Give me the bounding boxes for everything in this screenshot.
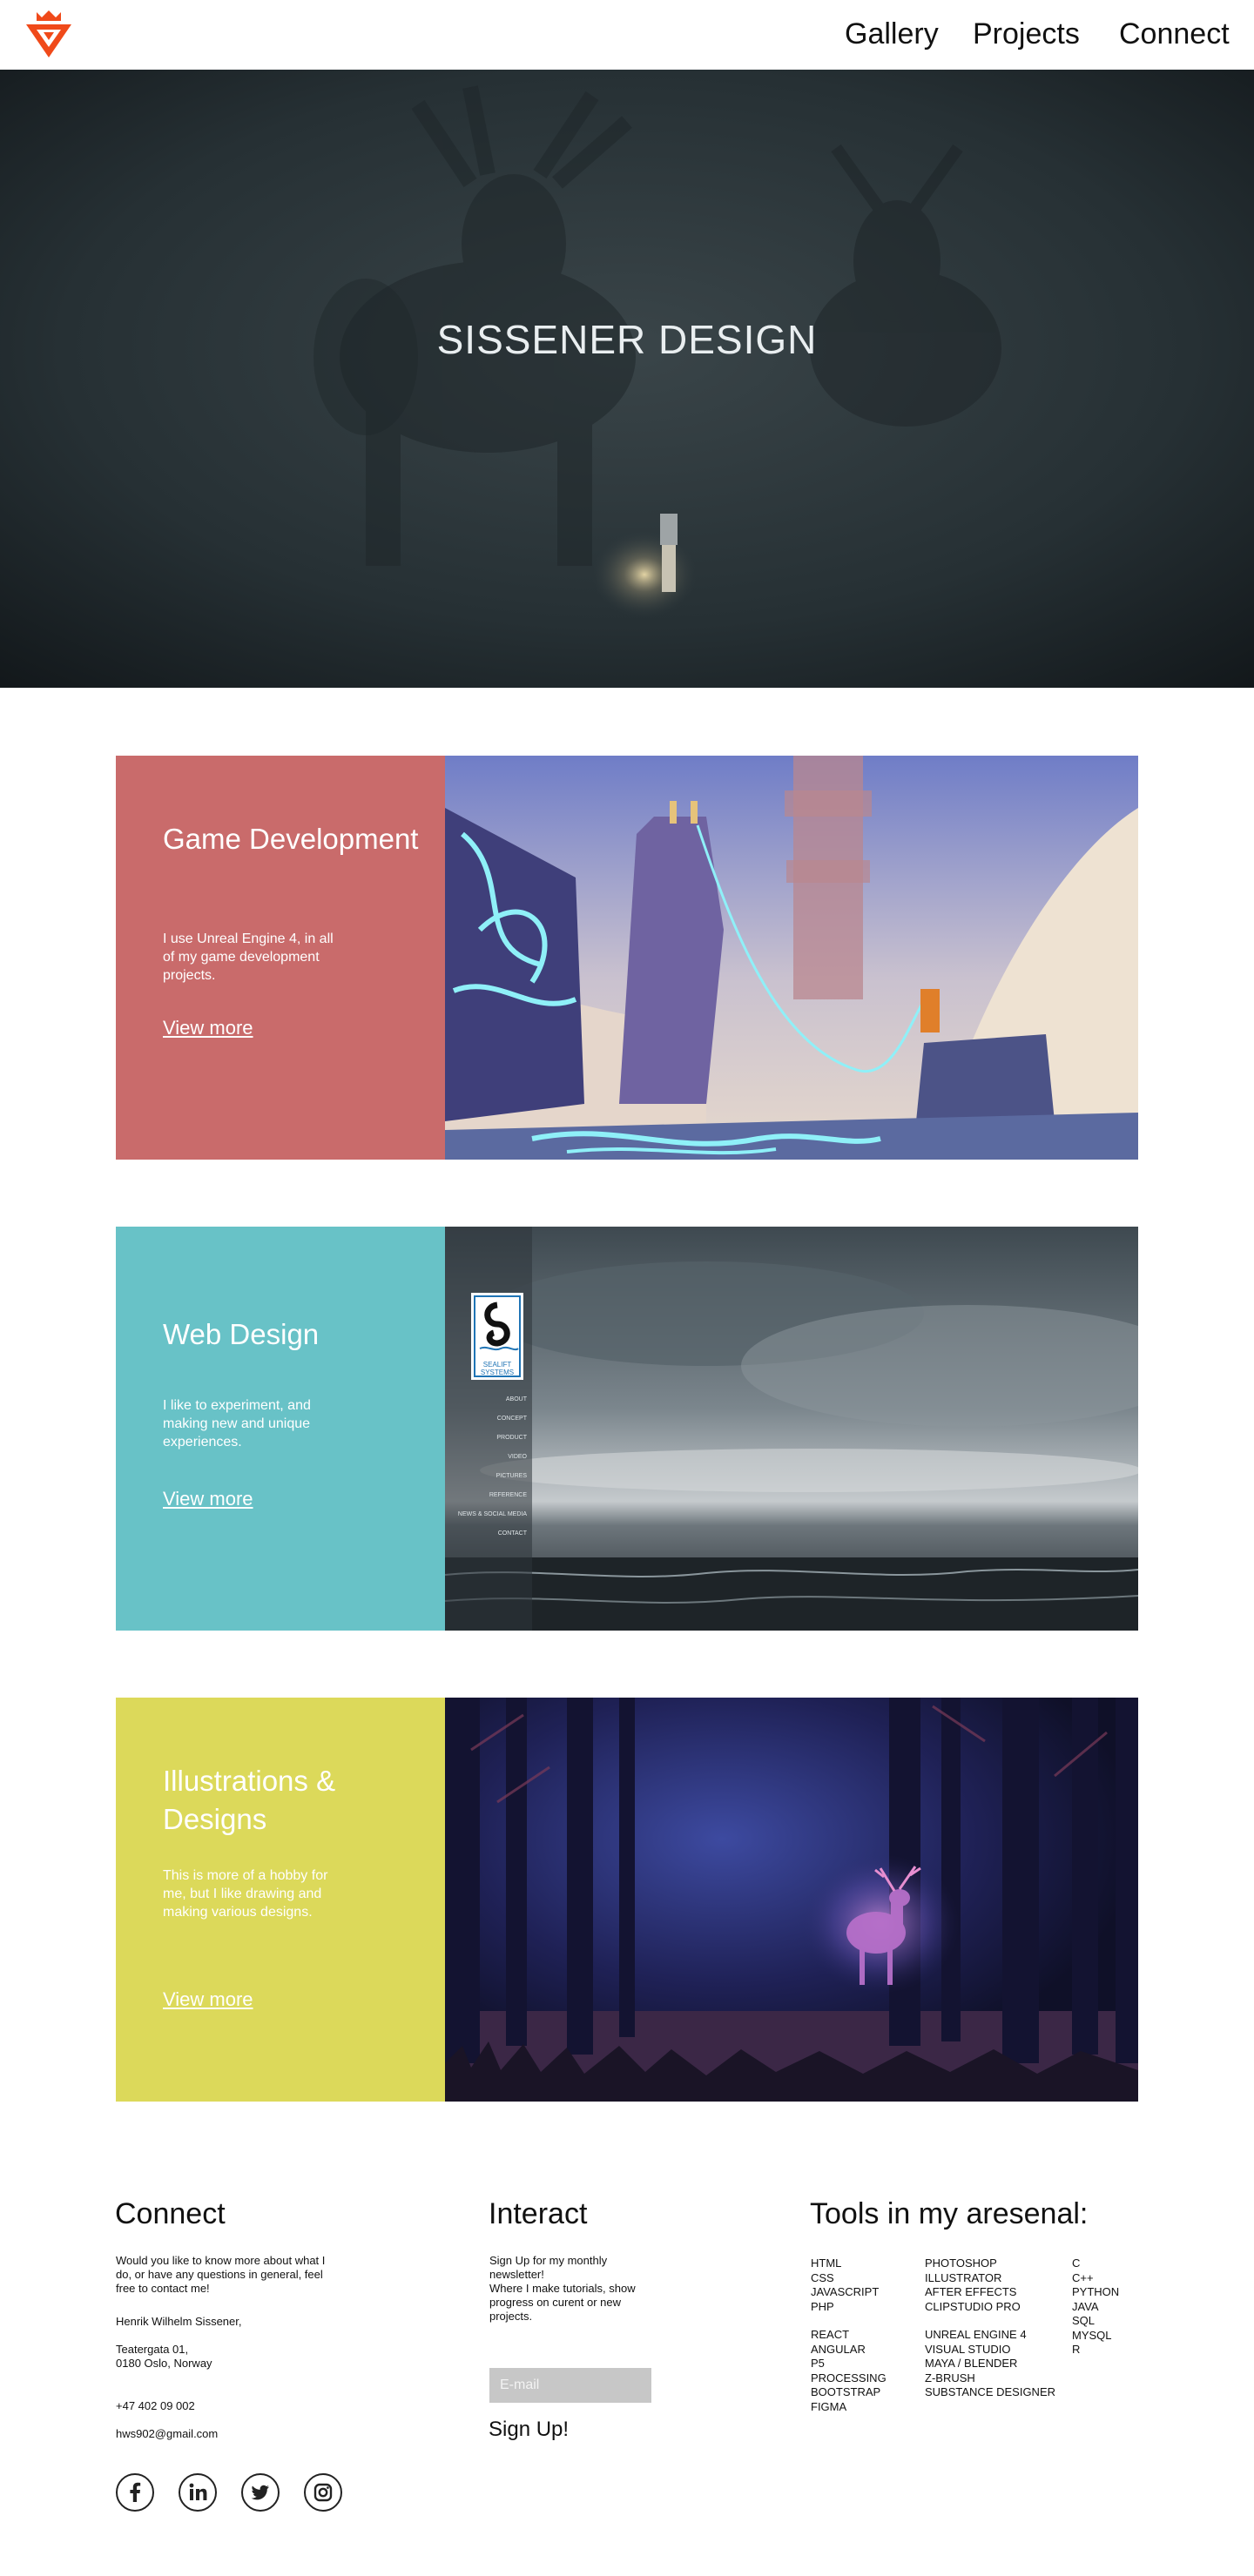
nav-gallery-link[interactable]: Gallery	[845, 12, 939, 56]
sign-up-button[interactable]: Sign Up!	[489, 2418, 569, 2442]
tool-item: AFTER EFFECTS	[925, 2285, 1017, 2298]
tool-item: JAVA	[1072, 2299, 1099, 2313]
tool-item: C++	[1072, 2270, 1094, 2284]
card-illustrations: Illustrations & Designs This is more of …	[116, 1698, 1138, 2102]
mockup-menu-item[interactable]: VIDEO	[445, 1448, 527, 1467]
connect-intro: Would you like to know more about what I…	[116, 2254, 326, 2295]
connect-heading: Connect	[115, 2197, 226, 2230]
connect-address-line2: 0180 Oslo, Norway	[116, 2357, 212, 2370]
connect-address-line1: Teatergata 01,	[116, 2343, 189, 2356]
mockup-menu-item[interactable]: PICTURES	[445, 1467, 527, 1486]
interact-heading: Interact	[489, 2197, 588, 2230]
mockup-menu-item[interactable]: NEWS & SOCIAL MEDIA	[445, 1505, 527, 1524]
tool-item: BOOTSTRAP	[811, 2385, 881, 2398]
sealift-brand-text: SEALIFT SYSTEMS	[480, 1361, 515, 1376]
game-development-image[interactable]	[445, 756, 1138, 1160]
mockup-menu-item[interactable]: CONTACT	[445, 1524, 527, 1544]
instagram-icon[interactable]	[304, 2473, 342, 2512]
card-description: I use Unreal Engine 4, in all of my game…	[163, 932, 334, 983]
mockup-menu-item[interactable]: ABOUT	[445, 1390, 527, 1409]
newsletter-description: Where I make tutorials, show progress on…	[489, 2282, 636, 2323]
tool-item: CLIPSTUDIO PRO	[925, 2299, 1021, 2313]
tool-item: PHP	[811, 2299, 834, 2313]
tools-web-list: HTML CSS JAVASCRIPT PHP	[811, 2257, 879, 2314]
mockup-menu-item[interactable]: CONCEPT	[445, 1409, 527, 1429]
tool-item: C	[1072, 2257, 1081, 2270]
tool-item: HTML	[811, 2257, 842, 2270]
tools-languages-list: C C++ PYTHON JAVA SQL MYSQL R	[1072, 2257, 1119, 2357]
tool-item: Z-BRUSH	[925, 2371, 975, 2384]
card-title: Illustrations & Designs	[163, 1765, 336, 1835]
stormy-sea-background	[445, 1227, 1138, 1631]
card-description: This is more of a hobby for me, but I li…	[163, 1868, 328, 1920]
email-input[interactable]	[489, 2368, 651, 2403]
nav-connect-link[interactable]: Connect	[1119, 12, 1230, 56]
hero-banner: SISSENER DESIGN	[0, 70, 1254, 688]
logo-icon[interactable]	[24, 7, 73, 61]
tool-item: MAYA / BLENDER	[925, 2357, 1018, 2370]
connect-phone[interactable]: +47 402 09 002	[116, 2399, 195, 2413]
tool-item: SUBSTANCE DESIGNER	[925, 2385, 1056, 2398]
tool-item: ANGULAR	[811, 2342, 866, 2356]
card-description: I like to experiment, and making new and…	[163, 1398, 311, 1449]
card-game-development: Game Development I use Unreal Engine 4, …	[116, 756, 1138, 1160]
tools-framework-list: REACT ANGULAR P5 PROCESSING BOOTSTRAP FI…	[811, 2328, 887, 2414]
view-more-link[interactable]: View more	[163, 1988, 253, 2011]
view-more-link[interactable]: View more	[163, 1488, 253, 1510]
tool-item: ILLUSTRATOR	[925, 2270, 1002, 2284]
tool-item: FIGMA	[811, 2399, 847, 2413]
tool-item: UNREAL ENGINE 4	[925, 2328, 1027, 2341]
tools-design-list: PHOTOSHOP ILLUSTRATOR AFTER EFFECTS CLIP…	[925, 2257, 1021, 2314]
web-design-image[interactable]: SEALIFT SYSTEMS ABOUT CONCEPT PRODUCT VI…	[445, 1227, 1138, 1631]
card-title: Web Design	[163, 1318, 320, 1350]
card-title: Game Development	[163, 823, 419, 855]
tool-item: R	[1072, 2343, 1081, 2356]
mockup-menu-item[interactable]: REFERENCE	[445, 1486, 527, 1505]
newsletter-text: Sign Up for my monthly newsletter!	[489, 2254, 608, 2281]
tool-item: PROCESSING	[811, 2371, 887, 2384]
tool-item: VISUAL STUDIO	[925, 2342, 1011, 2356]
tools-software-list: UNREAL ENGINE 4 VISUAL STUDIO MAYA / BLE…	[925, 2328, 1055, 2400]
facebook-icon[interactable]	[116, 2473, 154, 2512]
tool-item: MYSQL	[1072, 2328, 1112, 2342]
mockup-menu: ABOUT CONCEPT PRODUCT VIDEO PICTURES REF…	[445, 1390, 527, 1544]
view-more-link[interactable]: View more	[163, 1017, 253, 1039]
tool-item: REACT	[811, 2328, 850, 2341]
hero-background-image	[0, 70, 1254, 688]
twitter-icon[interactable]	[241, 2473, 280, 2512]
card-panel: Illustrations & Designs This is more of …	[116, 1698, 445, 2102]
top-navigation: Gallery Projects Connect	[0, 0, 1254, 70]
connect-name: Henrik Wilhelm Sissener,	[116, 2315, 242, 2328]
nav-projects-link[interactable]: Projects	[973, 12, 1080, 56]
tool-item: PYTHON	[1072, 2285, 1120, 2298]
card-panel: Web Design I like to experiment, and mak…	[116, 1227, 445, 1631]
tool-item: PHOTOSHOP	[925, 2257, 997, 2270]
card-web-design: Web Design I like to experiment, and mak…	[116, 1227, 1138, 1631]
tool-item: SQL	[1072, 2314, 1096, 2327]
illustrations-image[interactable]	[445, 1698, 1138, 2102]
tools-heading: Tools in my aresenal:	[810, 2197, 1089, 2230]
hero-title: SISSENER DESIGN	[436, 317, 818, 362]
connect-email[interactable]: hws902@gmail.com	[116, 2427, 218, 2441]
mockup-menu-item[interactable]: PRODUCT	[445, 1429, 527, 1448]
tool-item: JAVASCRIPT	[811, 2285, 880, 2298]
tool-item: P5	[811, 2357, 825, 2370]
tool-item: CSS	[811, 2270, 834, 2284]
card-panel: Game Development I use Unreal Engine 4, …	[116, 756, 445, 1160]
linkedin-icon[interactable]	[179, 2473, 217, 2512]
